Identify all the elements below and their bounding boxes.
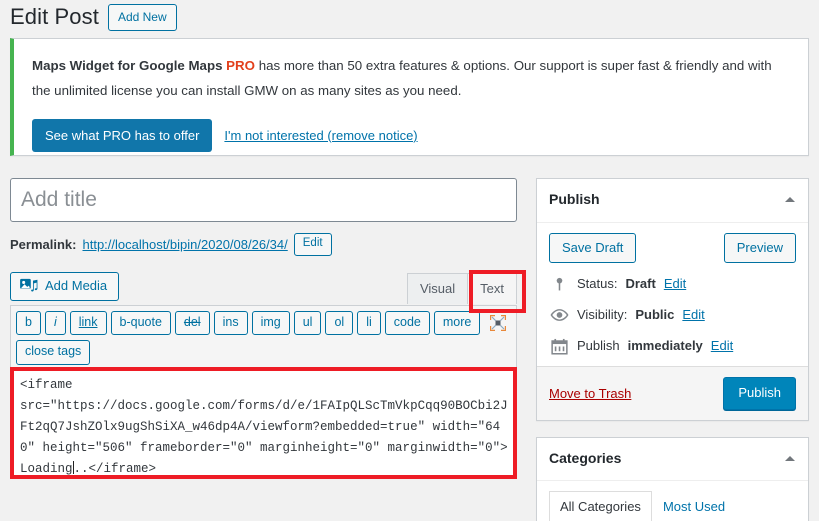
- post-schedule-value: immediately: [627, 338, 703, 354]
- calendar-icon: [549, 336, 569, 356]
- add-media-button[interactable]: Add Media: [10, 271, 120, 301]
- qt-button-b[interactable]: b: [16, 310, 41, 336]
- notice-message-lead: Maps Widget for Google Maps: [32, 58, 227, 73]
- qt-button-link[interactable]: link: [69, 310, 107, 336]
- qt-button-more[interactable]: more: [433, 310, 481, 336]
- sidebar: Publish Save Draft Preview Status: Draft…: [536, 178, 809, 521]
- add-media-label: Add Media: [45, 278, 108, 294]
- post-status-pin-icon: [549, 274, 569, 294]
- move-to-trash-link[interactable]: Move to Trash: [549, 386, 631, 401]
- editor-mode-tabs: Visual Text: [406, 272, 517, 305]
- page-title: Edit Post: [10, 4, 99, 29]
- dismiss-notice-link[interactable]: I'm not interested (remove notice): [224, 128, 417, 143]
- tab-visual[interactable]: Visual: [406, 272, 469, 305]
- quicktags-toolbar: b i link b-quote del ins img ul ol li co…: [10, 304, 517, 368]
- post-status-row: Status: Draft Edit: [549, 274, 796, 294]
- permalink-url-link[interactable]: http://localhost/bipin/2020/08/26/34/: [82, 237, 287, 252]
- page-header: Edit Post Add New: [10, 2, 177, 32]
- categories-panel-header: Categories: [537, 438, 808, 482]
- quicktags-row-1: b i link b-quote del ins img ul ol li co…: [16, 310, 511, 336]
- publish-panel-footer: Move to Trash Publish: [537, 366, 808, 420]
- chevron-up-icon[interactable]: [782, 451, 798, 467]
- publish-actions-row: Save Draft Preview: [549, 232, 796, 264]
- pro-upsell-notice: Maps Widget for Google Maps PRO has more…: [10, 38, 809, 156]
- add-new-button[interactable]: Add New: [107, 3, 177, 31]
- post-schedule-label: Publish: [577, 338, 620, 354]
- edit-visibility-link[interactable]: Edit: [682, 305, 704, 325]
- see-pro-button[interactable]: See what PRO has to offer: [32, 119, 213, 152]
- editor-column: Permalink: http://localhost/bipin/2020/0…: [10, 178, 517, 480]
- notice-pro-label: PRO: [226, 58, 255, 73]
- qt-button-li[interactable]: li: [357, 310, 381, 336]
- notice-actions: See what PRO has to offer I'm not intere…: [32, 119, 418, 152]
- post-visibility-value: Public: [635, 307, 675, 323]
- post-title-input[interactable]: [10, 178, 517, 222]
- tab-most-used[interactable]: Most Used: [652, 491, 736, 521]
- edit-permalink-button[interactable]: Edit: [293, 233, 332, 256]
- fullscreen-icon[interactable]: [489, 314, 507, 332]
- wordpress-edit-post-screen: Edit Post Add New Maps Widget for Google…: [0, 0, 819, 521]
- categories-panel-body: All Categories Most Used: [537, 481, 808, 521]
- post-status-label: Status:: [577, 276, 618, 292]
- post-content-textarea[interactable]: <iframe src="https://docs.google.com/for…: [10, 367, 517, 480]
- eye-icon: [549, 305, 569, 325]
- save-draft-button[interactable]: Save Draft: [549, 232, 637, 264]
- edit-status-link[interactable]: Edit: [664, 274, 686, 294]
- chevron-up-icon[interactable]: [782, 192, 798, 208]
- qt-button-b-quote[interactable]: b-quote: [110, 310, 171, 336]
- categories-panel: Categories All Categories Most Used: [536, 436, 809, 521]
- qt-button-ol[interactable]: ol: [325, 310, 354, 336]
- qt-button-ul[interactable]: ul: [293, 310, 322, 336]
- permalink-label: Permalink:: [10, 236, 77, 252]
- post-status-value: Draft: [625, 276, 656, 292]
- post-visibility-row: Visibility: Public Edit: [549, 305, 796, 325]
- tab-text[interactable]: Text: [467, 272, 517, 305]
- media-and-tabs-row: Add Media Visual Text: [10, 271, 517, 305]
- post-content-text: <iframe src="https://docs.google.com/for…: [20, 375, 509, 477]
- edit-schedule-link[interactable]: Edit: [711, 336, 733, 356]
- post-visibility-label: Visibility:: [577, 307, 628, 323]
- quicktags-row-2: close tags: [16, 340, 511, 366]
- qt-button-i[interactable]: i: [44, 310, 66, 336]
- notice-message: Maps Widget for Google Maps PRO has more…: [32, 53, 782, 103]
- tab-all-categories[interactable]: All Categories: [549, 491, 652, 521]
- categories-panel-title: Categories: [549, 449, 622, 466]
- preview-button[interactable]: Preview: [723, 232, 796, 264]
- publish-button[interactable]: Publish: [723, 377, 796, 410]
- qt-button-code[interactable]: code: [384, 310, 430, 336]
- publish-panel-title: Publish: [549, 191, 600, 207]
- publish-panel-body: Save Draft Preview Status: Draft Edit Vi…: [537, 223, 808, 367]
- publish-panel: Publish Save Draft Preview Status: Draft…: [536, 178, 809, 421]
- permalink-row: Permalink: http://localhost/bipin/2020/0…: [10, 233, 517, 256]
- qt-button-del[interactable]: del: [174, 310, 210, 336]
- qt-button-img[interactable]: img: [251, 310, 290, 336]
- qt-button-ins[interactable]: ins: [213, 310, 248, 336]
- qt-button-close-tags[interactable]: close tags: [16, 340, 91, 366]
- publish-panel-header: Publish: [537, 179, 808, 223]
- post-schedule-row: Publish immediately Edit: [549, 336, 796, 356]
- categories-tabs: All Categories Most Used: [549, 491, 796, 521]
- media-icon: [20, 278, 38, 294]
- post-content-value-tail: ..</iframe>: [73, 462, 157, 477]
